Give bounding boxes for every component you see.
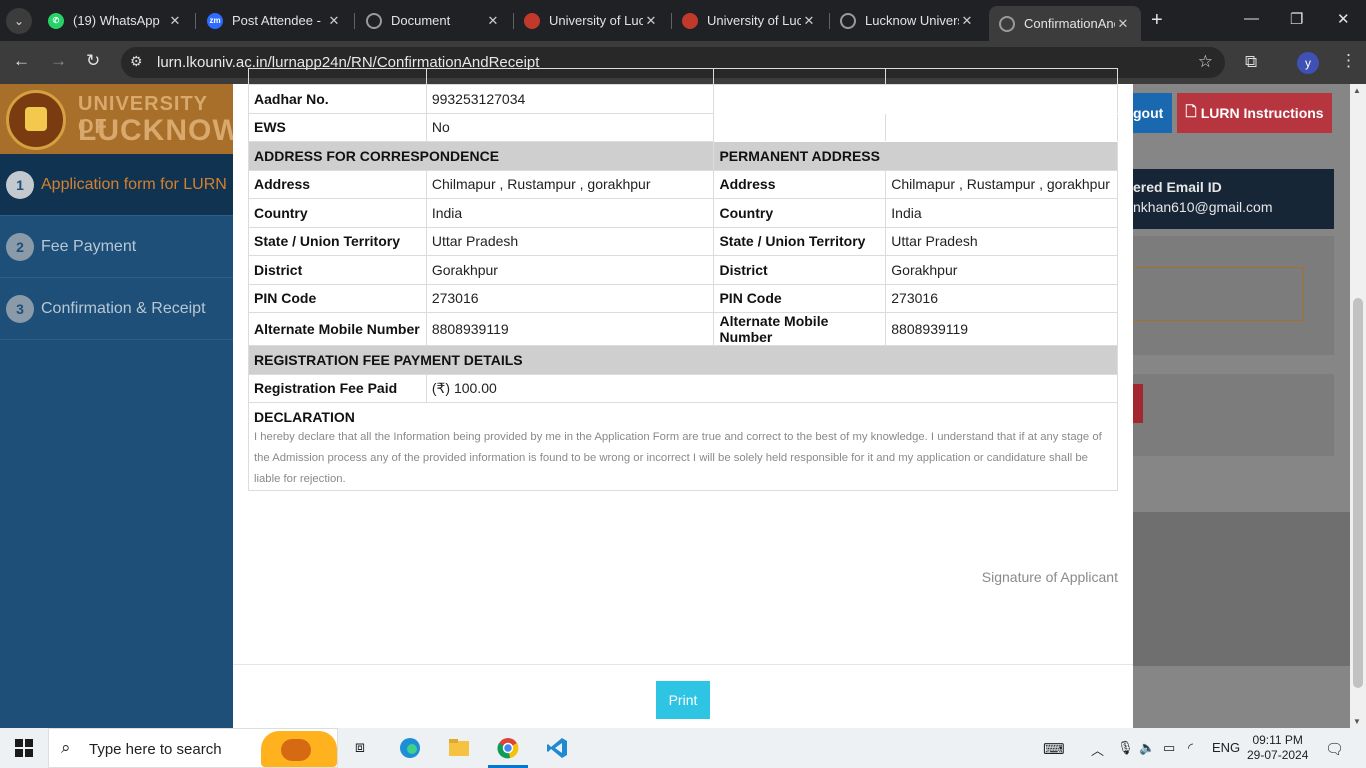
confirmation-receipt-modal: Aadhar No. 993253127034 EWS No ADDRESS F… xyxy=(233,68,1133,728)
scrollbar-thumb[interactable] xyxy=(1353,298,1363,688)
globe-icon xyxy=(840,12,856,29)
extensions-icon[interactable]: ⧉ xyxy=(1245,52,1257,72)
close-tab-icon[interactable]: ✕ xyxy=(959,13,975,29)
search-highlight-image xyxy=(261,731,337,767)
wifi-icon[interactable]: ◜ xyxy=(1188,740,1193,756)
table-row: Registration Fee Paid (₹) 100.00 xyxy=(248,373,1119,403)
document-icon: 🗋 xyxy=(1185,103,1197,119)
sidebar-item-fee-payment[interactable]: 2 Fee Payment xyxy=(0,216,233,278)
sidebar-item-application-form[interactable]: 1 Application form for LURN xyxy=(0,154,233,216)
search-icon: ⌕ xyxy=(61,738,71,757)
system-clock[interactable]: 09:11 PM 29-07-2024 xyxy=(1247,733,1308,763)
tab-post-attendee[interactable]: zm Post Attendee - ✕ xyxy=(197,6,352,35)
tab-lucknow-university[interactable]: Lucknow Univers ✕ xyxy=(830,6,985,35)
edge-icon[interactable] xyxy=(398,736,422,760)
background-red-button xyxy=(1133,384,1143,423)
whatsapp-icon: ✆ xyxy=(48,12,64,29)
close-tab-icon[interactable]: ✕ xyxy=(801,13,817,29)
lurn-instructions-button[interactable]: 🗋 LURN Instructions xyxy=(1177,93,1332,133)
sidebar: UNIVERSITY OF LUCKNOW 1 Application form… xyxy=(0,84,241,728)
background-panel xyxy=(1133,374,1334,456)
university-icon xyxy=(524,12,540,29)
forward-button[interactable]: → xyxy=(50,51,67,71)
application-details-table: Aadhar No. 993253127034 EWS No ADDRESS F… xyxy=(247,68,1119,491)
tab-university-1[interactable]: University of Luc ✕ xyxy=(514,6,669,35)
close-tab-icon[interactable]: ✕ xyxy=(167,13,183,29)
close-tab-icon[interactable]: ✕ xyxy=(326,13,342,29)
table-row: EWS No xyxy=(248,112,1118,142)
show-hidden-icons-chevron-icon[interactable]: ︿ xyxy=(1091,740,1104,759)
close-window-button[interactable]: ✕ xyxy=(1337,10,1350,28)
windows-taskbar: ⌕ Type here to search ⧈ ⌨ ︿ 🎙 🔈 ▭ ◜ ENG … xyxy=(0,728,1366,768)
new-tab-button[interactable]: + xyxy=(1151,10,1163,30)
chrome-icon[interactable] xyxy=(496,736,520,760)
declaration-text: I hereby declare that all the Informatio… xyxy=(254,431,1102,485)
scroll-up-arrow-icon[interactable]: ▲ xyxy=(1353,86,1361,95)
site-info-icon[interactable]: ⚙ xyxy=(130,53,143,70)
background-footer xyxy=(1133,512,1350,666)
microphone-icon[interactable]: 🎙 xyxy=(1117,740,1134,756)
print-button[interactable]: Print xyxy=(656,681,710,719)
table-row: State / Union Territory Uttar Pradesh St… xyxy=(248,226,1118,256)
declaration-heading: DECLARATION xyxy=(254,409,355,425)
battery-icon[interactable]: ▭ xyxy=(1163,740,1175,756)
touch-keyboard-icon[interactable]: ⌨ xyxy=(1043,740,1065,758)
tab-university-2[interactable]: University of Luc ✕ xyxy=(672,6,827,35)
tab-confirmation-active[interactable]: ConfirmationAnc ✕ xyxy=(989,6,1141,41)
taskbar-search-box[interactable]: ⌕ Type here to search xyxy=(48,728,338,768)
table-row: Address Chilmapur , Rustampur , gorakhpu… xyxy=(248,169,1118,199)
windows-start-icon[interactable] xyxy=(15,739,33,757)
file-explorer-icon[interactable] xyxy=(447,736,471,760)
restore-button[interactable]: ❐ xyxy=(1290,10,1303,28)
table-row: Alternate Mobile Number 8808939119 Alter… xyxy=(248,312,1118,346)
profile-avatar[interactable]: y xyxy=(1297,52,1319,74)
minimize-button[interactable]: — xyxy=(1244,10,1259,27)
notification-icon[interactable]: 🗨 xyxy=(1325,740,1344,758)
address-section-header: ADDRESS FOR CORRESPONDENCE PERMANENT ADD… xyxy=(247,141,1118,171)
table-row: PIN Code 273016 PIN Code 273016 xyxy=(248,283,1118,313)
fee-section-header: REGISTRATION FEE PAYMENT DETAILS xyxy=(248,345,1118,375)
task-view-icon[interactable]: ⧈ xyxy=(348,736,372,760)
table-row: Aadhar No. 993253127034 xyxy=(248,84,1118,114)
table-row: Country India Country India xyxy=(248,198,1118,228)
reload-button[interactable]: ↻ xyxy=(86,51,100,71)
page-scrollbar[interactable]: ▲ ▼ xyxy=(1350,84,1366,728)
declaration-row: DECLARATION I hereby declare that all th… xyxy=(248,402,1118,491)
back-button[interactable]: ← xyxy=(13,51,30,71)
volume-icon[interactable]: 🔈 xyxy=(1139,740,1155,756)
browser-tab-strip: ⌄ ✆ (19) WhatsApp ✕ zm Post Attendee - ✕… xyxy=(0,0,1366,41)
background-notice-box xyxy=(1133,267,1304,321)
language-indicator[interactable]: ENG xyxy=(1212,740,1240,755)
browser-menu-icon[interactable]: ⋮ xyxy=(1340,51,1357,71)
modal-footer: Print xyxy=(233,664,1133,728)
tab-search-button[interactable]: ⌄ xyxy=(6,8,32,34)
tab-document[interactable]: Document ✕ xyxy=(356,6,511,35)
globe-icon xyxy=(366,12,382,29)
sidebar-item-confirmation-receipt[interactable]: 3 Confirmation & Receipt xyxy=(0,278,233,340)
zoom-icon: zm xyxy=(207,12,223,29)
logout-button[interactable]: gout xyxy=(1133,93,1172,133)
close-tab-icon[interactable]: ✕ xyxy=(1115,16,1131,32)
close-tab-icon[interactable]: ✕ xyxy=(485,13,501,29)
tab-whatsapp[interactable]: ✆ (19) WhatsApp ✕ xyxy=(38,6,193,35)
registered-email-card: ered Email ID nkhan610@gmail.com xyxy=(1133,169,1334,229)
vscode-icon[interactable] xyxy=(545,736,569,760)
scroll-down-arrow-icon[interactable]: ▼ xyxy=(1353,717,1361,726)
table-row: District Gorakhpur District Gorakhpur xyxy=(248,255,1118,285)
university-logo: UNIVERSITY OF LUCKNOW xyxy=(0,84,241,154)
close-tab-icon[interactable]: ✕ xyxy=(643,13,659,29)
globe-icon xyxy=(999,15,1015,32)
signature-label: Signature of Applicant xyxy=(981,569,1118,585)
bookmark-star-icon[interactable]: ☆ xyxy=(1198,52,1213,72)
university-icon xyxy=(682,12,698,29)
university-seal-icon xyxy=(6,90,66,150)
